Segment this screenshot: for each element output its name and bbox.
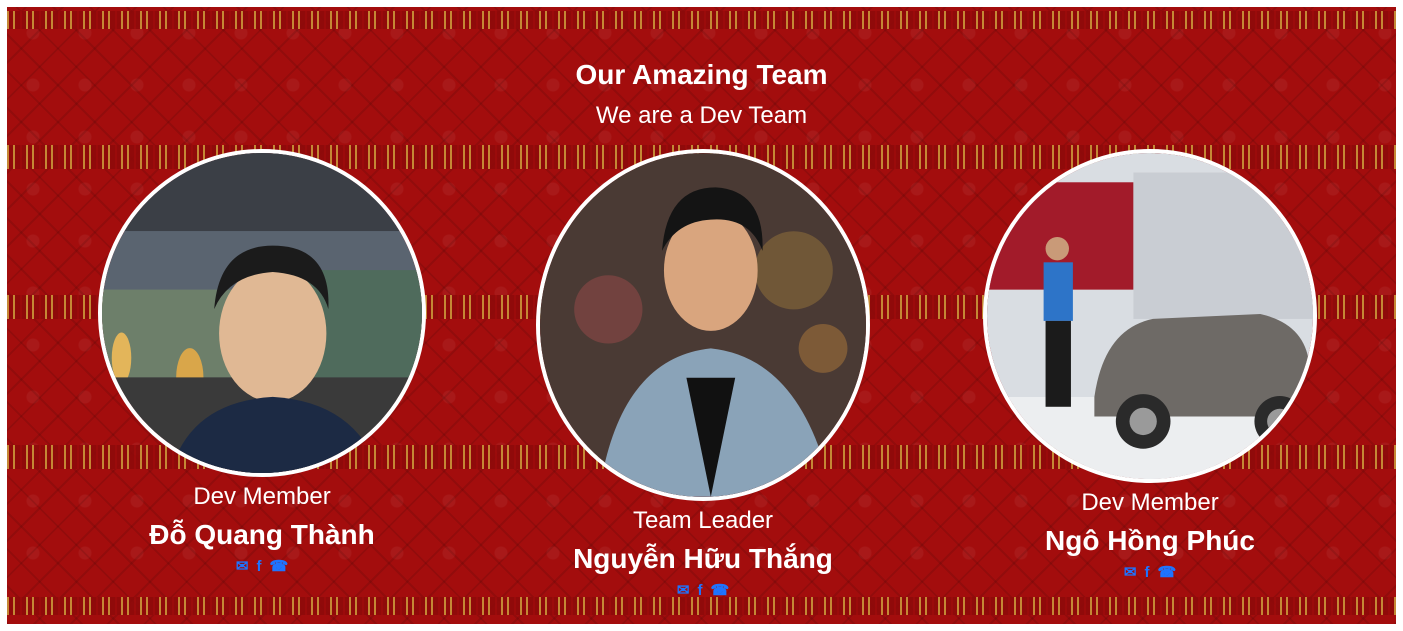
member-role: Dev Member bbox=[193, 483, 331, 510]
team-member-card: Dev Member Đỗ Quang Thành ✉ f ☎ bbox=[92, 149, 432, 575]
member-photo bbox=[98, 149, 426, 477]
email-icon[interactable]: ✉ bbox=[677, 583, 690, 599]
person-with-car-photo-icon bbox=[987, 153, 1313, 479]
facebook-icon[interactable]: f bbox=[697, 583, 702, 599]
email-icon[interactable]: ✉ bbox=[1124, 565, 1137, 581]
team-member-card: Dev Member Ngô Hồng Phúc ✉ f ☎ bbox=[980, 149, 1320, 581]
team-member-card: Team Leader Nguyễn Hữu Thắng ✉ f ☎ bbox=[533, 149, 873, 599]
phone-icon[interactable]: ☎ bbox=[269, 559, 288, 575]
phone-icon[interactable]: ☎ bbox=[710, 583, 729, 599]
email-icon[interactable]: ✉ bbox=[236, 559, 249, 575]
member-role: Dev Member bbox=[1081, 489, 1219, 516]
team-section: Our Amazing Team We are a Dev Team Dev M… bbox=[7, 7, 1396, 624]
decorative-band bbox=[7, 597, 1396, 615]
social-links: ✉ f ☎ bbox=[92, 559, 432, 575]
social-links: ✉ f ☎ bbox=[533, 583, 873, 599]
section-title: Our Amazing Team bbox=[575, 59, 828, 90]
phone-icon[interactable]: ☎ bbox=[1157, 565, 1176, 581]
member-name: Đỗ Quang Thành bbox=[149, 519, 375, 550]
decorative-band bbox=[7, 11, 1396, 29]
section-subtitle: We are a Dev Team bbox=[595, 102, 808, 129]
member-photo bbox=[983, 149, 1317, 483]
facebook-icon[interactable]: f bbox=[256, 559, 261, 575]
facebook-icon[interactable]: f bbox=[1144, 565, 1149, 581]
member-name: Nguyễn Hữu Thắng bbox=[573, 543, 833, 574]
social-links: ✉ f ☎ bbox=[980, 565, 1320, 581]
member-photo bbox=[536, 149, 870, 501]
member-role: Team Leader bbox=[632, 507, 774, 534]
member-name: Ngô Hồng Phúc bbox=[1045, 525, 1255, 556]
person-photo-icon bbox=[540, 153, 866, 497]
person-photo-icon bbox=[102, 153, 422, 473]
